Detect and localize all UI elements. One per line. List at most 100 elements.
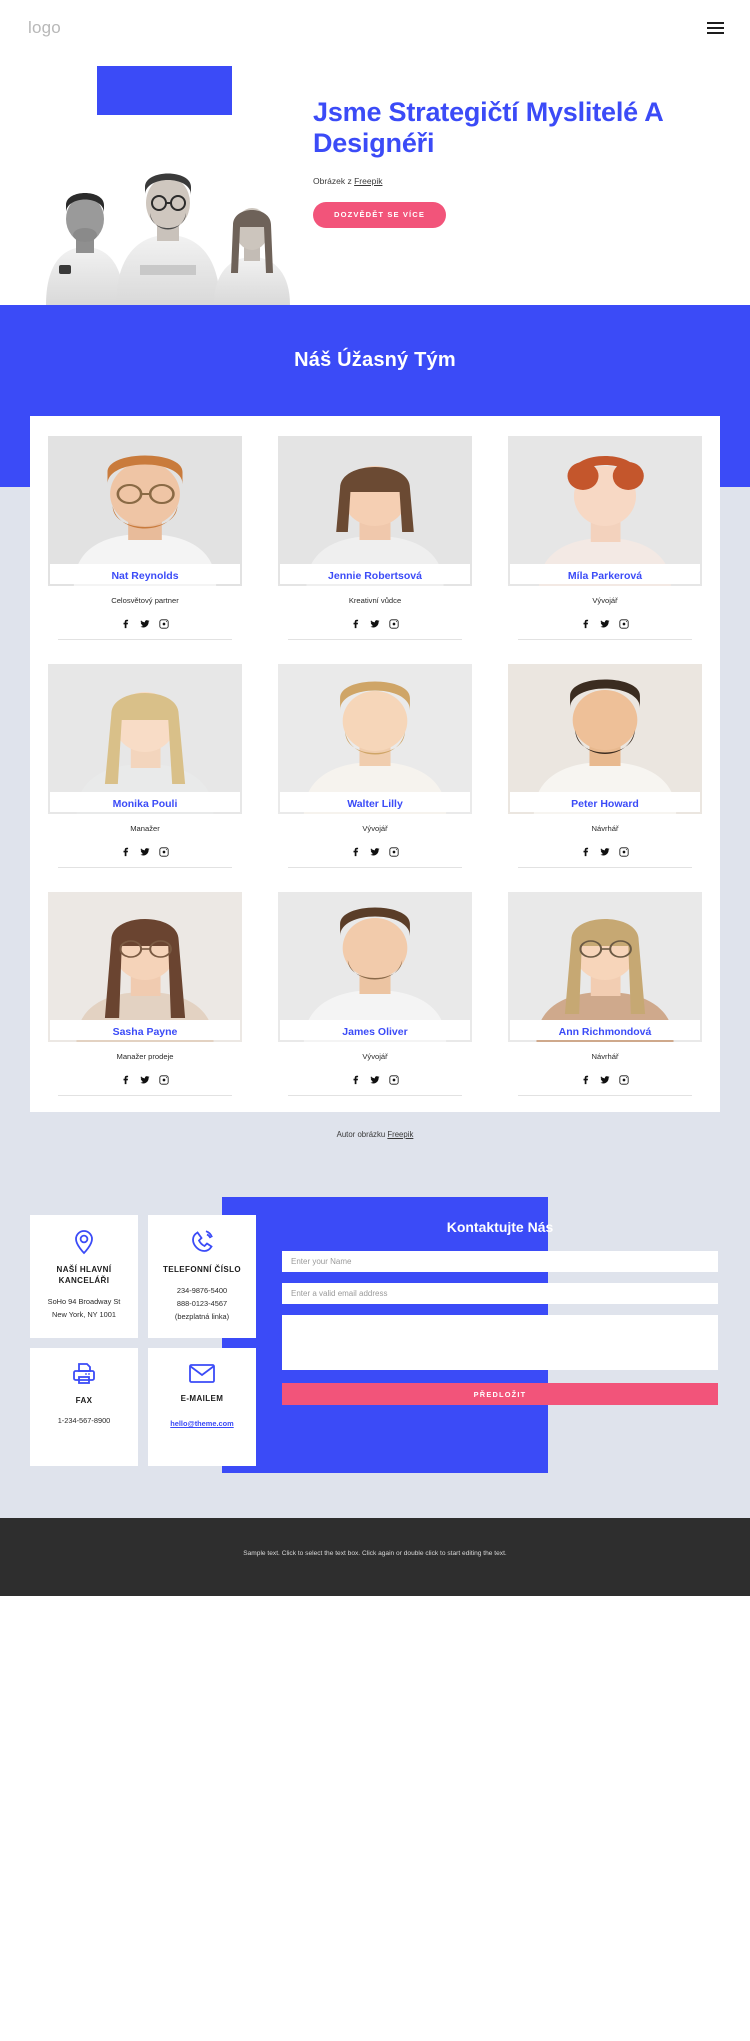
contact-form-title: Kontaktujte Nás xyxy=(446,1219,554,1235)
hamburger-menu-icon[interactable] xyxy=(703,18,728,38)
hero-team-photo xyxy=(28,115,298,305)
instagram-icon[interactable] xyxy=(389,1075,399,1085)
team-grid-row-2: Monika Pouli Manažer Walter Lilly Vývojá… xyxy=(30,656,720,868)
facebook-icon[interactable] xyxy=(581,619,591,629)
contact-card-line: (bezplatná linka) xyxy=(174,1311,230,1321)
facebook-icon[interactable] xyxy=(121,1075,131,1085)
team-grid-row-1: Nat Reynolds Celosvětový partner Jennie … xyxy=(30,428,720,640)
member-name: James Oliver xyxy=(342,1026,408,1038)
member-role: Vývojář xyxy=(362,1052,388,1061)
member-socials xyxy=(278,619,472,629)
team-member-card[interactable]: Jennie Robertsová Kreativní vůdce xyxy=(260,428,490,640)
instagram-icon[interactable] xyxy=(389,619,399,629)
contact-card-title: NAŠÍ HLAVNÍ KANCELÁŘI xyxy=(56,1265,112,1285)
instagram-icon[interactable] xyxy=(159,619,169,629)
twitter-icon[interactable] xyxy=(370,847,380,857)
facebook-icon[interactable] xyxy=(351,1075,361,1085)
instagram-icon[interactable] xyxy=(159,1075,169,1085)
member-name: Monika Pouli xyxy=(112,798,178,810)
team-member-card[interactable]: Walter Lilly Vývojář xyxy=(260,656,490,868)
member-name: Míla Parkerová xyxy=(567,570,643,582)
facebook-icon[interactable] xyxy=(121,847,131,857)
twitter-icon[interactable] xyxy=(140,1075,150,1085)
team-member-card[interactable]: Míla Parkerová Vývojář xyxy=(490,428,720,640)
member-caption: Monika Pouli xyxy=(50,792,240,812)
team-member-card[interactable]: Monika Pouli Manažer xyxy=(30,656,260,868)
member-name: Ann Richmondová xyxy=(558,1026,652,1038)
envelope-icon xyxy=(156,1362,248,1384)
hero-copy: Jsme Strategičtí Myslitelé A Designéři O… xyxy=(313,97,713,228)
twitter-icon[interactable] xyxy=(600,1075,610,1085)
twitter-icon[interactable] xyxy=(370,619,380,629)
facebook-icon[interactable] xyxy=(581,847,591,857)
site-logo[interactable]: logo xyxy=(28,18,61,38)
message-textarea[interactable] xyxy=(282,1315,718,1370)
email-link[interactable]: hello@theme.com xyxy=(170,1419,233,1428)
row-spacer xyxy=(30,640,720,656)
instagram-icon[interactable] xyxy=(619,1075,629,1085)
team-member-card[interactable]: Ann Richmondová Návrhář xyxy=(490,884,720,1096)
contact-card-fax: FAX 1-234-567-8900 xyxy=(30,1347,138,1466)
contact-section: NAŠÍ HLAVNÍ KANCELÁŘI SoHo 94 Broadway S… xyxy=(0,1159,750,1518)
team-section: Náš Úžasný Tým Nat Reynolds Celosvětový … xyxy=(0,305,750,1159)
member-divider xyxy=(58,1095,232,1096)
facebook-icon[interactable] xyxy=(351,847,361,857)
hero-title: Jsme Strategičtí Myslitelé A Designéři xyxy=(313,97,663,159)
location-pin-icon xyxy=(38,1229,130,1255)
team-grid-row-3: Sasha Payne Manažer prodeje James Oliver… xyxy=(30,884,720,1096)
site-header: logo xyxy=(0,0,750,55)
team-member-card[interactable]: James Oliver Vývojář xyxy=(260,884,490,1096)
member-caption: Jennie Robertsová xyxy=(280,564,470,584)
contact-inner: NAŠÍ HLAVNÍ KANCELÁŘI SoHo 94 Broadway S… xyxy=(0,1197,750,1466)
twitter-icon[interactable] xyxy=(600,619,610,629)
member-socials xyxy=(278,1075,472,1085)
twitter-icon[interactable] xyxy=(140,619,150,629)
team-credit-link[interactable]: Freepik xyxy=(387,1130,413,1139)
contact-card-title: FAX xyxy=(75,1395,93,1405)
learn-more-button[interactable]: DOZVĚDĚT SE VÍCE xyxy=(313,201,446,228)
submit-button[interactable]: PŘEDLOŽIT xyxy=(282,1383,718,1405)
twitter-icon[interactable] xyxy=(600,847,610,857)
instagram-icon[interactable] xyxy=(159,847,169,857)
contact-info-grid: NAŠÍ HLAVNÍ KANCELÁŘI SoHo 94 Broadway S… xyxy=(30,1215,256,1466)
email-input[interactable] xyxy=(282,1283,718,1304)
instagram-icon[interactable] xyxy=(619,619,629,629)
contact-card-line: New York, NY 1001 xyxy=(52,1309,116,1319)
member-name: Walter Lilly xyxy=(347,798,403,810)
member-caption: Sasha Payne xyxy=(50,1020,240,1040)
instagram-icon[interactable] xyxy=(619,847,629,857)
contact-card-line: 234-9876-5400 xyxy=(176,1285,228,1295)
member-name: Peter Howard xyxy=(571,798,639,810)
team-member-card[interactable]: Sasha Payne Manažer prodeje xyxy=(30,884,260,1096)
member-socials xyxy=(278,847,472,857)
team-heading: Náš Úžasný Tým xyxy=(294,349,456,371)
contact-card-title: E-MAILEM xyxy=(180,1393,224,1403)
landing-page: logo Jsme Strategičtí Myslitelé A Design… xyxy=(0,0,750,1596)
team-member-card[interactable]: Nat Reynolds Celosvětový partner xyxy=(30,428,260,640)
facebook-icon[interactable] xyxy=(121,619,131,629)
instagram-icon[interactable] xyxy=(389,847,399,857)
member-divider xyxy=(288,639,462,640)
facebook-icon[interactable] xyxy=(351,619,361,629)
member-caption: James Oliver xyxy=(280,1020,470,1040)
member-socials xyxy=(48,619,242,629)
twitter-icon[interactable] xyxy=(370,1075,380,1085)
team-card-container: Nat Reynolds Celosvětový partner Jennie … xyxy=(30,416,720,1112)
hero-photo-graphic xyxy=(28,115,298,305)
name-input[interactable] xyxy=(282,1251,718,1272)
member-role: Návrhář xyxy=(591,1052,619,1061)
contact-card-office: NAŠÍ HLAVNÍ KANCELÁŘI SoHo 94 Broadway S… xyxy=(30,1215,138,1338)
member-role: Vývojář xyxy=(592,596,618,605)
team-member-card[interactable]: Peter Howard Návrhář xyxy=(490,656,720,868)
member-role: Kreativní vůdce xyxy=(348,596,402,605)
contact-form: Kontaktujte Nás PŘEDLOŽIT xyxy=(256,1215,750,1466)
twitter-icon[interactable] xyxy=(140,847,150,857)
member-divider xyxy=(518,639,692,640)
hero-credit-link[interactable]: Freepik xyxy=(354,176,382,186)
member-socials xyxy=(48,1075,242,1085)
hero-credit-prefix: Obrázek z xyxy=(313,175,355,186)
contact-card-line: 1-234-567-8900 xyxy=(57,1416,111,1426)
facebook-icon[interactable] xyxy=(581,1075,591,1085)
hero-section: Jsme Strategičtí Myslitelé A Designéři O… xyxy=(0,55,750,305)
member-divider xyxy=(288,1095,462,1096)
